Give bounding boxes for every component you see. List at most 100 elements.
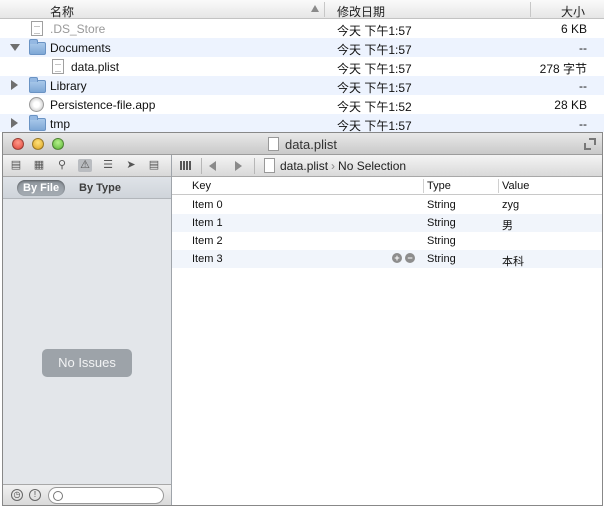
column-divider[interactable] <box>530 2 531 17</box>
filter-search-field[interactable] <box>48 487 164 504</box>
plist-type[interactable]: String <box>427 217 456 229</box>
type-column-header[interactable]: Type <box>427 180 451 192</box>
document-icon <box>31 21 43 36</box>
fullscreen-icon[interactable] <box>584 138 596 150</box>
file-size: 278 字节 <box>539 62 587 76</box>
plist-key: Item 0 <box>192 199 223 211</box>
plist-type[interactable]: String <box>427 199 456 211</box>
plist-key: Item 1 <box>192 217 223 229</box>
folder-icon <box>29 115 46 131</box>
toolbar-divider <box>201 158 202 174</box>
file-row-tmp[interactable]: tmp 今天 下午1:57 -- <box>0 114 604 132</box>
file-size: 6 KB <box>560 22 587 36</box>
folder-icon <box>29 77 46 93</box>
app-icon <box>29 97 44 112</box>
file-row-ds-store[interactable]: .DS_Store 今天 下午1:57 6 KB <box>0 19 604 38</box>
go-forward-icon[interactable] <box>235 161 242 171</box>
modified-column-header[interactable]: 修改日期 <box>337 3 385 20</box>
issue-navigator-icon[interactable]: ⚠ <box>78 159 92 172</box>
related-items-icon[interactable] <box>180 161 192 170</box>
filter-icon <box>53 491 63 501</box>
jump-bar-selection[interactable]: No Selection <box>338 159 406 173</box>
breakpoint-navigator-icon[interactable]: ➤ <box>124 159 138 172</box>
value-column-header[interactable]: Value <box>502 180 529 192</box>
issue-filter-icon[interactable]: ! <box>29 489 41 501</box>
plist-type[interactable]: String <box>427 235 456 247</box>
disclosure-open-icon[interactable] <box>10 44 20 51</box>
by-type-tab[interactable]: By Type <box>73 180 127 196</box>
toolbar-divider <box>254 158 255 174</box>
jump-bar-path[interactable]: data.plist › No Selection <box>280 159 406 173</box>
file-date: 今天 下午1:57 <box>337 119 412 132</box>
file-size: -- <box>579 117 587 131</box>
file-date: 今天 下午1:57 <box>337 43 412 57</box>
symbol-navigator-icon[interactable]: ▦ <box>32 159 46 172</box>
recent-filter-icon[interactable]: ◷ <box>11 489 23 501</box>
file-date: 今天 下午1:57 <box>337 62 412 76</box>
window-titlebar[interactable]: data.plist <box>3 133 602 155</box>
plist-type[interactable]: String <box>427 253 456 265</box>
plist-row[interactable]: Item 0 String zyg <box>172 196 602 214</box>
jump-bar-file[interactable]: data.plist <box>280 159 328 173</box>
finder-column-header: 名称 修改日期 大小 <box>0 0 604 19</box>
no-issues-label: No Issues <box>42 349 132 377</box>
column-divider[interactable] <box>423 179 424 193</box>
file-name: Persistence-file.app <box>50 98 156 112</box>
log-navigator-icon[interactable]: ▤ <box>147 159 161 172</box>
column-divider[interactable] <box>324 2 325 17</box>
file-row-library[interactable]: Library 今天 下午1:57 -- <box>0 76 604 95</box>
issue-navigator: ▤ ▦ ⚲ ⚠ ☰ ➤ ▤ By File By Type No Issues … <box>3 155 172 505</box>
window-title-text: data.plist <box>284 137 338 152</box>
plist-editor: data.plist › No Selection Key Type Value I… <box>172 155 602 505</box>
go-back-icon[interactable] <box>209 161 216 171</box>
file-name: Library <box>50 79 87 93</box>
issue-scope-bar: By File By Type <box>3 177 171 199</box>
file-row-app[interactable]: Persistence-file.app 今天 下午1:52 28 KB <box>0 95 604 114</box>
by-file-tab[interactable]: By File <box>17 180 66 196</box>
debug-navigator-icon[interactable]: ☰ <box>101 159 115 172</box>
disclosure-closed-icon[interactable] <box>11 80 18 90</box>
plist-value[interactable]: 男 <box>502 217 513 233</box>
navigator-selector-bar: ▤ ▦ ⚲ ⚠ ☰ ➤ ▤ <box>3 155 171 177</box>
xcode-window: data.plist ▤ ▦ ⚲ ⚠ ☰ ➤ ▤ By File By Type… <box>2 132 603 506</box>
navigator-filter-bar: ◷ ! <box>3 484 171 505</box>
path-chevron-icon: › <box>331 159 336 173</box>
file-size: -- <box>579 79 587 93</box>
search-navigator-icon[interactable]: ⚲ <box>55 159 69 172</box>
name-column-header[interactable]: 名称 <box>50 3 74 20</box>
sort-ascending-icon <box>311 5 319 12</box>
disclosure-closed-icon[interactable] <box>11 118 18 128</box>
plist-row[interactable]: Item 2 String <box>172 232 602 250</box>
file-name: Documents <box>50 41 111 55</box>
project-navigator-icon[interactable]: ▤ <box>9 159 23 172</box>
file-size: 28 KB <box>554 98 587 112</box>
window-title: data.plist <box>3 137 602 152</box>
add-item-icon[interactable]: + <box>392 253 402 263</box>
file-row-documents[interactable]: Documents 今天 下午1:57 -- <box>0 38 604 57</box>
file-date: 今天 下午1:57 <box>337 24 412 38</box>
plist-column-header: Key Type Value <box>172 178 602 195</box>
file-date: 今天 下午1:57 <box>337 81 412 95</box>
document-icon <box>52 59 64 74</box>
file-name: .DS_Store <box>50 22 106 36</box>
plist-key: Item 2 <box>192 235 223 247</box>
document-icon <box>264 158 275 173</box>
file-date: 今天 下午1:52 <box>337 100 412 114</box>
jump-bar: data.plist › No Selection <box>172 155 602 177</box>
plist-value[interactable]: zyg <box>502 199 519 211</box>
remove-item-icon[interactable]: − <box>405 253 415 263</box>
file-size: -- <box>579 41 587 55</box>
plist-value[interactable]: 本科 <box>502 253 524 269</box>
folder-icon <box>29 39 46 55</box>
plist-row[interactable]: Item 3 + − String 本科 <box>172 250 602 268</box>
column-divider[interactable] <box>498 179 499 193</box>
file-row-data-plist[interactable]: data.plist 今天 下午1:57 278 字节 <box>0 57 604 76</box>
finder-file-list: 名称 修改日期 大小 .DS_Store 今天 下午1:57 6 KB Docu… <box>0 0 604 132</box>
size-column-header[interactable]: 大小 <box>561 3 585 20</box>
document-icon <box>267 137 279 151</box>
plist-key: Item 3 <box>192 253 223 265</box>
key-column-header[interactable]: Key <box>192 180 211 192</box>
file-name: data.plist <box>71 60 120 74</box>
file-name: tmp <box>50 117 71 131</box>
plist-row[interactable]: Item 1 String 男 <box>172 214 602 232</box>
